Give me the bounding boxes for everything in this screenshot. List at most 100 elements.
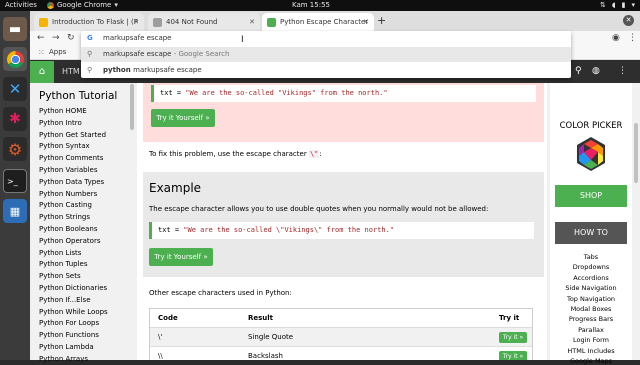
sidebar-item[interactable]: Python Lists: [39, 249, 81, 257]
system-monitor-icon[interactable]: ▦: [3, 199, 27, 223]
more-icon[interactable]: ⋮: [618, 66, 627, 76]
table-cell-code: \': [158, 333, 163, 341]
settings-app-icon[interactable]: ⚙: [3, 137, 27, 161]
try-it-button[interactable]: Try it »: [499, 351, 527, 360]
menu-icon[interactable]: ⋮: [628, 31, 637, 45]
apps-bookmark[interactable]: Apps: [49, 45, 66, 60]
favicon-icon: [153, 18, 162, 27]
sidebar-scrollbar[interactable]: [130, 84, 134, 130]
example-panel: Example The escape character allows you …: [143, 172, 544, 277]
how-to-link[interactable]: Top Navigation: [550, 295, 632, 303]
how-to-link[interactable]: Google Maps: [550, 357, 632, 365]
fix-text: To fix this problem, use the escape char…: [149, 150, 322, 158]
table-header: Result: [248, 314, 274, 322]
suggestion-item[interactable]: ⚲ python markupsafe escape: [81, 63, 571, 78]
close-icon[interactable]: ✕: [133, 13, 139, 31]
sidebar-item[interactable]: Python Data Types: [39, 178, 104, 186]
page-scrollbar[interactable]: [632, 83, 640, 360]
try-it-button[interactable]: Try it »: [499, 332, 527, 343]
how-to-link[interactable]: Accordions: [550, 274, 632, 282]
tab-flask[interactable]: Introduction To Flask | (P ✕: [34, 13, 144, 31]
vscode-app-icon[interactable]: ✕: [3, 77, 27, 101]
address-input[interactable]: markupsafe escape: [103, 31, 171, 46]
activities-button[interactable]: Activities: [5, 0, 37, 11]
sidebar-item[interactable]: Python Tuples: [39, 260, 87, 268]
tutorial-sidebar: Python Tutorial Python HOME Python Intro P…: [30, 83, 137, 363]
search-icon[interactable]: ⚲: [575, 66, 582, 76]
close-icon[interactable]: ✕: [363, 13, 369, 31]
home-icon[interactable]: ⌂: [30, 61, 54, 83]
nav-html-link[interactable]: HTM: [62, 61, 80, 83]
terminal-app-icon[interactable]: >_: [3, 169, 27, 193]
tab-python-escape[interactable]: Python Escape Character ✕: [262, 13, 374, 31]
app-menu[interactable]: Google Chrome ▾: [47, 0, 118, 11]
new-tab-button[interactable]: +: [377, 14, 386, 27]
fix-text-post: :: [319, 150, 322, 158]
sidebar-item[interactable]: Python Variables: [39, 166, 97, 174]
how-to-heading[interactable]: HOW TO: [555, 222, 627, 244]
sidebar-item[interactable]: Python While Loops: [39, 308, 108, 316]
how-to-link[interactable]: Dropdowns: [550, 263, 632, 271]
sidebar-item[interactable]: Python Syntax: [39, 142, 90, 150]
tab-title: Python Escape Character: [280, 18, 369, 26]
sidebar-item[interactable]: Python Casting: [39, 201, 92, 209]
clock[interactable]: Kam 15:55: [292, 0, 330, 11]
close-icon[interactable]: ✕: [249, 13, 255, 31]
chevron-down-icon: ▾: [114, 1, 118, 9]
tab-404[interactable]: 404 Not Found ✕: [148, 13, 260, 31]
back-icon[interactable]: ←: [37, 31, 45, 45]
files-app-icon[interactable]: ▬: [3, 17, 27, 41]
suggestion-item[interactable]: ⚲ markupsafe escape - Google Search: [81, 47, 571, 62]
apps-icon[interactable]: ⁙: [38, 45, 45, 60]
color-wheel-icon[interactable]: [573, 136, 609, 172]
system-tray[interactable]: ⇅ ◖ ▮ ▾: [600, 0, 635, 11]
favicon-icon: [267, 18, 276, 27]
search-icon: ⚲: [87, 66, 93, 74]
sidebar-item[interactable]: Python Dictionaries: [39, 284, 107, 292]
sidebar-item[interactable]: Python If...Else: [39, 296, 91, 304]
slack-app-icon[interactable]: ✱: [3, 107, 27, 131]
how-to-link[interactable]: Modal Boxes: [550, 305, 632, 313]
sidebar-item[interactable]: Python For Loops: [39, 319, 99, 327]
main-content: txt = "We are the so-called "Vikings" fr…: [137, 83, 547, 360]
scrollbar-thumb[interactable]: [634, 123, 638, 183]
suggestion-prefix: python: [103, 66, 134, 74]
globe-icon[interactable]: ◍: [592, 66, 600, 76]
reload-icon[interactable]: ↻: [67, 31, 75, 45]
color-picker-heading[interactable]: COLOR PICKER: [550, 121, 632, 131]
sidebar-item[interactable]: Python Numbers: [39, 190, 97, 198]
omnibox[interactable]: G markupsafe escape I ⚲ markupsafe escap…: [81, 31, 571, 78]
inline-code: \": [308, 150, 320, 158]
try-it-button[interactable]: Try it Yourself »: [149, 248, 213, 266]
sidebar-item[interactable]: Python Sets: [39, 272, 81, 280]
address-input-row[interactable]: G markupsafe escape I: [81, 31, 571, 46]
sidebar-item[interactable]: Python Intro: [39, 119, 82, 127]
how-to-link[interactable]: Tabs: [550, 253, 632, 261]
profile-icon[interactable]: ◉: [612, 31, 620, 45]
table-row: \' Single Quote Try it »: [150, 328, 532, 347]
table-cell-result: Backslash: [248, 352, 283, 360]
suggestion-query: markupsafe escape: [103, 50, 172, 58]
forward-icon[interactable]: →: [52, 31, 60, 45]
how-to-link[interactable]: Parallax: [550, 326, 632, 334]
chrome-app-icon[interactable]: [3, 47, 27, 71]
sidebar-item[interactable]: Python Comments: [39, 154, 103, 162]
example-panel-error: txt = "We are the so-called "Vikings" fr…: [143, 83, 544, 142]
window-close-button[interactable]: ✕: [623, 15, 634, 26]
try-it-button[interactable]: Try it Yourself »: [151, 109, 215, 127]
tab-title: 404 Not Found: [166, 18, 218, 26]
text-cursor: I: [241, 35, 244, 45]
how-to-link[interactable]: HTML Includes: [550, 347, 632, 355]
how-to-link[interactable]: Side Navigation: [550, 284, 632, 292]
sidebar-item[interactable]: Python Booleans: [39, 225, 97, 233]
sidebar-item[interactable]: Python Get Started: [39, 131, 106, 139]
how-to-link[interactable]: Login Form: [550, 336, 632, 344]
shop-button[interactable]: SHOP: [555, 185, 627, 207]
sidebar-item[interactable]: Python Functions: [39, 331, 99, 339]
sidebar-item[interactable]: Python Strings: [39, 213, 90, 221]
sidebar-item[interactable]: Python Lambda: [39, 343, 94, 351]
how-to-link[interactable]: Progress Bars: [550, 315, 632, 323]
sidebar-item[interactable]: Python HOME: [39, 107, 87, 115]
sidebar-item[interactable]: Python Arrays: [39, 355, 88, 363]
sidebar-item[interactable]: Python Operators: [39, 237, 100, 245]
